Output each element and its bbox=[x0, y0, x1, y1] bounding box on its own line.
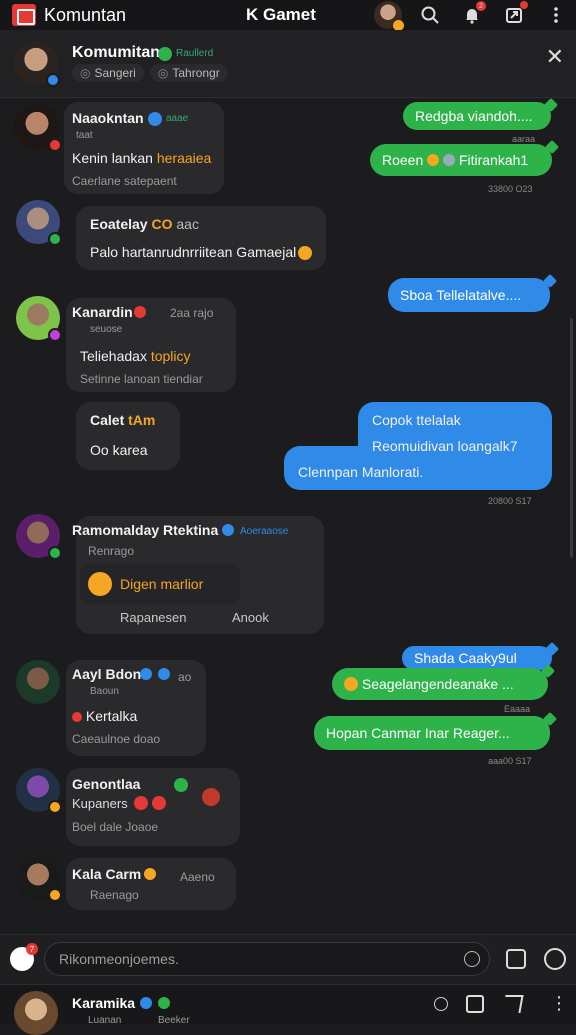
avatar[interactable] bbox=[16, 200, 62, 246]
avatar[interactable] bbox=[14, 104, 62, 152]
channel-name: Komumitan bbox=[72, 44, 160, 61]
notification-badge: 2 bbox=[476, 1, 486, 11]
message-input[interactable]: Rikonmeonjoemes. bbox=[44, 942, 490, 976]
message-time: 33800 O23 bbox=[488, 184, 533, 194]
app-title: Komuntan bbox=[44, 4, 127, 25]
sender-sub: seuose bbox=[90, 324, 123, 335]
sender-name: Eoatelay CO aac bbox=[90, 216, 199, 232]
share-icon[interactable] bbox=[434, 997, 448, 1011]
bottom-name: Karamika bbox=[72, 995, 136, 1011]
verified-icon bbox=[158, 47, 172, 61]
message-text: Teliehadax toplicy bbox=[80, 348, 191, 364]
message-subtext: Caerlane satepaent bbox=[72, 174, 177, 188]
send-icon[interactable] bbox=[502, 995, 524, 1013]
message-line: Clennpan Manlorati. bbox=[298, 464, 424, 480]
center-title: K Gamet bbox=[246, 5, 316, 24]
embedded-card[interactable]: Digen marlior bbox=[80, 564, 240, 604]
sender-tag: ao bbox=[178, 670, 192, 684]
sender-name: Aayl Bdon bbox=[72, 666, 142, 682]
top-bar: Komuntan K Gamet 2 bbox=[0, 0, 576, 31]
sender-name: Kala Carm bbox=[72, 866, 142, 882]
sender-name: Kanardin bbox=[72, 304, 133, 320]
emoji-icon[interactable] bbox=[464, 951, 480, 967]
sender-name: Genontlaa bbox=[72, 776, 141, 792]
footer-text: Anook bbox=[232, 610, 269, 625]
more-icon[interactable]: ⋮ bbox=[550, 993, 568, 1014]
avatar[interactable] bbox=[16, 768, 62, 814]
channel-header: Komumitan Raullerd ◎ Sangeri ◎ Tahrongr ✕ bbox=[0, 30, 576, 98]
outgoing-message[interactable]: Hopan Canmar Inar Reager... bbox=[314, 716, 550, 750]
outgoing-message[interactable]: Redgba viandoh.... bbox=[403, 102, 551, 130]
message-composer: 7 Rikonmeonjoemes. bbox=[0, 934, 576, 984]
channel-pill-members[interactable]: ◎ Sangeri bbox=[72, 64, 144, 82]
send-icon[interactable] bbox=[544, 948, 566, 970]
message-time: Eaaaa bbox=[504, 704, 531, 714]
search-icon[interactable] bbox=[416, 1, 444, 29]
sender-sub: Baoun bbox=[90, 686, 119, 697]
bottom-bar: Karamika Luanan Beeker ⋮ bbox=[0, 984, 576, 1035]
composer-badge: 7 bbox=[26, 943, 38, 955]
outgoing-message-group[interactable]: Copok ttelalak Reomuidivan loangalk7 Cle… bbox=[284, 402, 552, 490]
chat-feed[interactable]: Naaokntan aaae taat Kenin lankan heraaie… bbox=[0, 98, 576, 934]
sender-sub: taat bbox=[76, 130, 93, 141]
user-avatar[interactable] bbox=[374, 1, 404, 31]
share-icon[interactable] bbox=[500, 1, 528, 29]
channel-avatar[interactable] bbox=[14, 41, 60, 87]
message-time: aaraa bbox=[512, 134, 536, 144]
sender-tag: 2aa rajo bbox=[170, 306, 214, 320]
message-subtext: Boel dale Joaoe bbox=[72, 820, 159, 834]
save-icon[interactable] bbox=[466, 995, 484, 1013]
outgoing-message[interactable]: Seagelangendeanake ... bbox=[332, 668, 548, 700]
menu-icon[interactable] bbox=[542, 1, 570, 29]
message-subtext: Setinne lanoan tiendiar bbox=[80, 372, 203, 386]
attach-icon[interactable] bbox=[506, 949, 526, 969]
sender-name: Naaokntan bbox=[72, 110, 144, 126]
bell-icon[interactable]: 2 bbox=[458, 1, 486, 29]
message-time: 20800 S17 bbox=[488, 496, 532, 506]
message-line: Reomuidivan loangalk7 bbox=[372, 438, 518, 454]
message-text: Kertalka bbox=[72, 708, 137, 724]
avatar[interactable] bbox=[16, 514, 62, 560]
sender-sub: Kupaners bbox=[72, 796, 128, 811]
message-text: Kenin lankan heraaiea bbox=[72, 150, 212, 166]
message-line: Copok ttelalak bbox=[372, 412, 461, 428]
message-time: aaa00 S17 bbox=[488, 756, 532, 766]
avatar[interactable] bbox=[16, 856, 62, 902]
avatar[interactable] bbox=[16, 296, 62, 342]
sender-tag: Aaeno bbox=[180, 870, 215, 884]
footer-text: Rapanesen bbox=[120, 610, 187, 625]
sender-sub: Raenago bbox=[90, 888, 139, 902]
outgoing-message[interactable]: Sboa Tellelatalve.... bbox=[388, 278, 550, 312]
message-text: Palo hartanrudnrriitean Gamaejal bbox=[90, 244, 297, 260]
add-icon[interactable]: 7 bbox=[10, 943, 38, 971]
outgoing-message[interactable]: Roeen Fitirankah1 bbox=[370, 144, 552, 176]
message-text: Oo karea bbox=[90, 442, 148, 458]
sender-sub: Renrago bbox=[88, 544, 135, 558]
sender-tag: Aoeraaose bbox=[240, 526, 289, 537]
outgoing-message[interactable]: Shada Caaky9ul bbox=[402, 646, 552, 670]
bottom-sub: Luanan bbox=[88, 1015, 122, 1026]
sender-name: Ramomalday Rtektina bbox=[72, 522, 219, 538]
app-logo-icon[interactable] bbox=[12, 4, 36, 26]
avatar[interactable] bbox=[14, 991, 58, 1035]
message-subtext: Caeaulnoe doao bbox=[72, 732, 161, 746]
scrollbar[interactable] bbox=[570, 318, 573, 558]
avatar[interactable] bbox=[16, 660, 60, 704]
bottom-sub: Beeker bbox=[158, 1015, 190, 1026]
channel-tag: Raullerd bbox=[176, 48, 214, 59]
close-icon[interactable]: ✕ bbox=[546, 44, 564, 70]
sender-name: Calet tAm bbox=[90, 412, 156, 428]
channel-pill-status[interactable]: ◎ Tahrongr bbox=[149, 64, 228, 82]
card-title: Digen marlior bbox=[120, 576, 204, 592]
sender-tag: aaae bbox=[166, 113, 189, 124]
